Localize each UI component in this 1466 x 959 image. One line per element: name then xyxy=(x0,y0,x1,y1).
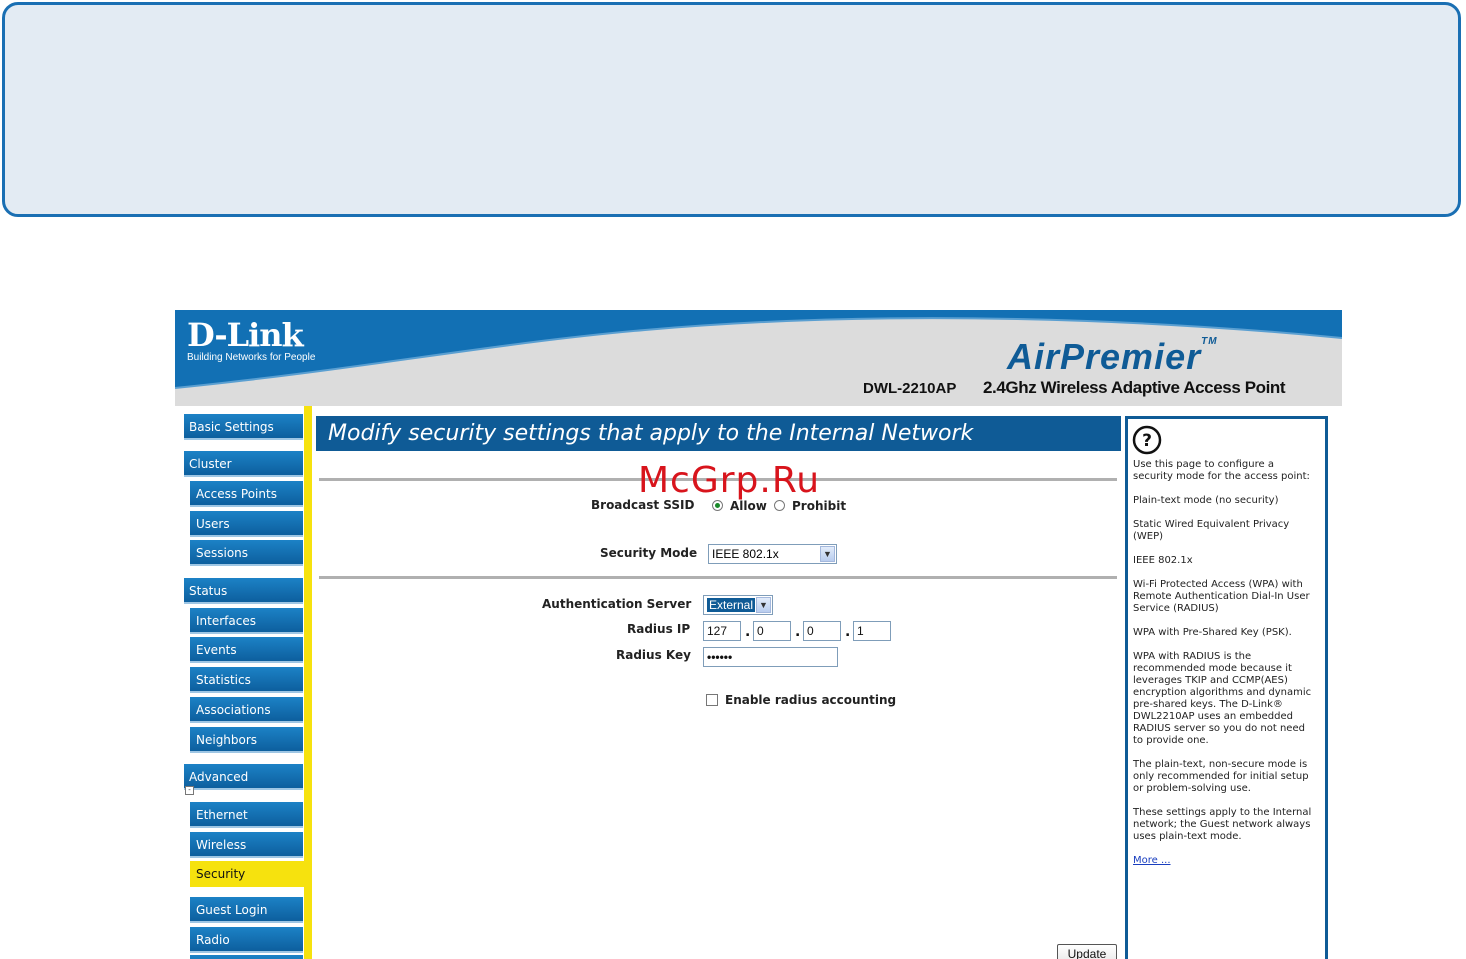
help-paragraph: Wi-Fi Protected Access (WPA) with Remote… xyxy=(1133,579,1310,614)
nav-advanced[interactable]: Advanced xyxy=(184,764,303,790)
nav-events[interactable]: Events xyxy=(190,637,303,663)
nav-neighbors[interactable]: Neighbors xyxy=(190,727,303,753)
help-paragraph: Use this page to configure a security mo… xyxy=(1133,459,1310,482)
page-title: Modify security settings that apply to t… xyxy=(316,416,1121,451)
security-mode-select[interactable]: IEEE 802.1x ▼ xyxy=(708,544,837,564)
chevron-down-icon: ▼ xyxy=(820,546,835,562)
divider xyxy=(319,576,1117,579)
model-number: DWL-2210AP xyxy=(863,380,957,397)
radius-ip-octet-2[interactable]: 0 xyxy=(753,621,791,641)
brand-tagline: Building Networks for People xyxy=(187,352,316,363)
nav-associations[interactable]: Associations xyxy=(190,697,303,723)
product-line-name: AirPremier xyxy=(1007,336,1202,377)
nav-sessions[interactable]: Sessions xyxy=(190,540,303,566)
help-paragraph: WPA with RADIUS is the recommended mode … xyxy=(1133,651,1312,746)
collapse-minus-icon[interactable]: - xyxy=(185,786,194,795)
help-paragraph: Static Wired Equivalent Privacy (WEP) xyxy=(1133,519,1290,542)
nav-guest-login[interactable]: Guest Login xyxy=(190,897,303,923)
chevron-down-icon: ▼ xyxy=(756,597,771,613)
header-banner: D-Link Building Networks for People AirP… xyxy=(175,310,1342,406)
security-mode-value: IEEE 802.1x xyxy=(712,547,779,561)
radius-ip-octet-3[interactable]: 0 xyxy=(803,621,841,641)
security-mode-label: Security Mode xyxy=(600,546,698,560)
prohibit-radio[interactable] xyxy=(774,500,785,511)
ip-dot: . xyxy=(845,624,851,640)
product-line-logo: AirPremierTM xyxy=(1007,336,1218,377)
sidebar-nav: Basic Settings Cluster Access Points Use… xyxy=(175,406,313,959)
question-mark-icon[interactable]: ? xyxy=(1132,425,1162,455)
allow-radio[interactable] xyxy=(712,500,723,511)
nav-users[interactable]: Users xyxy=(190,511,303,537)
help-paragraph: IEEE 802.1x xyxy=(1133,555,1193,566)
nav-ethernet[interactable]: Ethernet xyxy=(190,802,303,828)
nav-next-item-partial[interactable] xyxy=(190,955,303,959)
dlink-logo: D-Link Building Networks for People xyxy=(187,318,315,364)
ip-dot: . xyxy=(795,624,801,640)
nav-cluster[interactable]: Cluster xyxy=(184,451,303,477)
brand-name: D-Link xyxy=(187,316,304,354)
help-paragraph: Plain-text mode (no security) xyxy=(1133,495,1279,506)
auth-server-label: Authentication Server xyxy=(542,597,692,611)
nav-interfaces[interactable]: Interfaces xyxy=(190,608,303,634)
router-admin-page: D-Link Building Networks for People AirP… xyxy=(175,310,1342,959)
product-description: 2.4Ghz Wireless Adaptive Access Point xyxy=(983,378,1286,397)
nav-basic-settings[interactable]: Basic Settings xyxy=(184,414,303,440)
radius-key-label: Radius Key xyxy=(616,648,691,662)
top-info-box xyxy=(2,2,1461,217)
help-panel: ? Use this page to configure a security … xyxy=(1125,416,1328,959)
nav-access-points[interactable]: Access Points xyxy=(190,481,303,507)
radius-ip-octet-1[interactable]: 127 xyxy=(703,621,741,641)
svg-text:?: ? xyxy=(1142,431,1152,451)
allow-label: Allow xyxy=(730,499,767,513)
watermark: McGrp.Ru xyxy=(638,460,821,501)
more-link[interactable]: More ... xyxy=(1133,855,1171,866)
enable-accounting-checkbox[interactable] xyxy=(706,694,718,706)
help-paragraph: The plain-text, non-secure mode is only … xyxy=(1133,759,1309,794)
update-button[interactable]: Update xyxy=(1057,944,1117,959)
radius-ip-label: Radius IP xyxy=(627,622,691,636)
auth-server-value: External xyxy=(707,598,756,612)
nav-wireless[interactable]: Wireless xyxy=(190,832,303,858)
auth-server-select[interactable]: External ▼ xyxy=(703,595,773,615)
nav-statistics[interactable]: Statistics xyxy=(190,667,303,693)
radius-key-input[interactable]: •••••• xyxy=(703,647,838,667)
radius-ip-octet-4[interactable]: 1 xyxy=(853,621,891,641)
help-paragraph: These settings apply to the Internal net… xyxy=(1133,807,1312,842)
help-paragraph: WPA with Pre-Shared Key (PSK). xyxy=(1133,627,1292,638)
ip-dot: . xyxy=(745,624,751,640)
nav-status[interactable]: Status xyxy=(184,578,303,604)
prohibit-label: Prohibit xyxy=(792,499,847,513)
nav-security[interactable]: Security xyxy=(190,861,306,887)
nav-radio[interactable]: Radio xyxy=(190,927,303,953)
enable-accounting-label: Enable radius accounting xyxy=(725,693,897,707)
help-text: Use this page to configure a security mo… xyxy=(1133,459,1313,879)
